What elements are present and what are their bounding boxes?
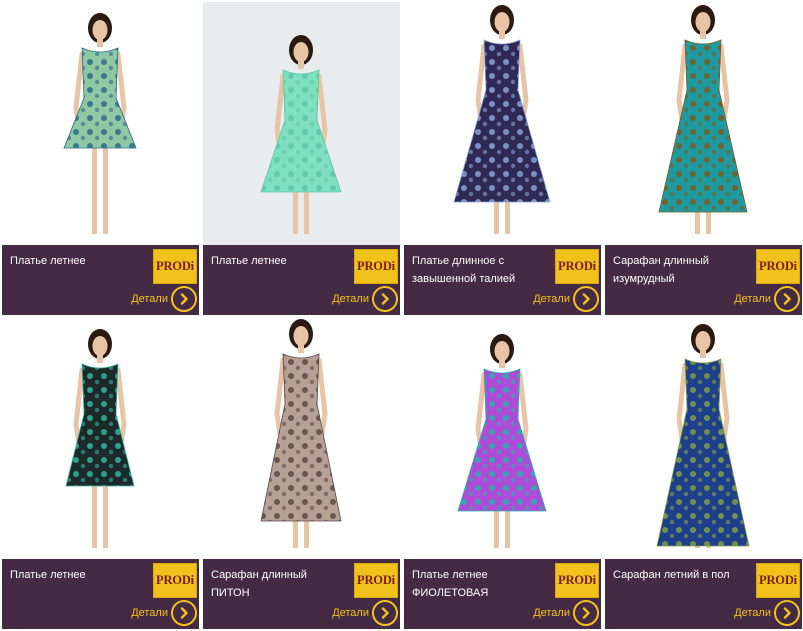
product-info-panel: Платье летнее ФИОЛЕТОВАЯ PRODi Детали xyxy=(404,559,601,629)
details-label[interactable]: Детали xyxy=(332,607,369,619)
brand-logo: PRODi xyxy=(555,563,599,598)
product-name[interactable]: Платье летнее xyxy=(10,252,146,270)
brand-logo-text: PRODi xyxy=(156,259,194,273)
details-link[interactable]: Детали xyxy=(332,285,398,313)
product-card[interactable]: Платье длинное с завышенной талией PRODi… xyxy=(404,2,601,315)
details-label[interactable]: Детали xyxy=(734,607,771,619)
product-card[interactable]: Сарафан летний в пол PRODi Детали xyxy=(605,316,802,629)
brand-logo: PRODi xyxy=(555,249,599,284)
details-link[interactable]: Детали xyxy=(533,285,599,313)
product-info-panel: Платье летнее PRODi Детали xyxy=(2,559,199,629)
brand-logo-text: PRODi xyxy=(156,573,194,587)
brand-logo-text: PRODi xyxy=(357,259,395,273)
details-link[interactable]: Детали xyxy=(332,599,398,627)
product-photo[interactable] xyxy=(605,316,802,559)
product-info-panel: Сарафан длинный изумрудный PRODi Детали xyxy=(605,245,802,315)
details-label[interactable]: Детали xyxy=(131,607,168,619)
chevron-right-icon[interactable] xyxy=(171,600,197,626)
details-label[interactable]: Детали xyxy=(131,293,168,305)
brand-logo: PRODi xyxy=(756,249,800,284)
product-photo[interactable] xyxy=(203,2,400,245)
chevron-right-icon[interactable] xyxy=(774,600,800,626)
brand-logo-text: PRODi xyxy=(759,259,797,273)
product-card[interactable]: Платье летнее PRODi Детали xyxy=(2,316,199,629)
chevron-right-icon[interactable] xyxy=(774,286,800,312)
product-info-panel: Сарафан летний в пол PRODi Детали xyxy=(605,559,802,629)
product-info-panel: Сарафан длинный ПИТОН PRODi Детали xyxy=(203,559,400,629)
brand-logo-text: PRODi xyxy=(759,573,797,587)
product-info-panel: Платье летнее PRODi Детали xyxy=(203,245,400,315)
details-label[interactable]: Детали xyxy=(533,607,570,619)
details-link[interactable]: Детали xyxy=(734,599,800,627)
product-photo[interactable] xyxy=(2,2,199,245)
product-grid: Платье летнее PRODi Детали Платье летнее… xyxy=(0,0,803,631)
product-photo[interactable] xyxy=(605,2,802,245)
product-name[interactable]: Платье летнее ФИОЛЕТОВАЯ xyxy=(412,566,548,602)
details-label[interactable]: Детали xyxy=(332,293,369,305)
brand-logo: PRODi xyxy=(153,249,197,284)
details-link[interactable]: Детали xyxy=(734,285,800,313)
product-photo[interactable] xyxy=(2,316,199,559)
product-card[interactable]: Сарафан длинный изумрудный PRODi Детали xyxy=(605,2,802,315)
product-photo[interactable] xyxy=(203,316,400,559)
product-name[interactable]: Сарафан летний в пол xyxy=(613,566,749,584)
brand-logo: PRODi xyxy=(354,249,398,284)
brand-logo-text: PRODi xyxy=(558,259,596,273)
product-card[interactable]: Платье летнее PRODi Детали xyxy=(203,2,400,315)
product-name[interactable]: Платье летнее xyxy=(211,252,347,270)
chevron-right-icon[interactable] xyxy=(372,600,398,626)
brand-logo: PRODi xyxy=(756,563,800,598)
brand-logo: PRODi xyxy=(354,563,398,598)
product-name[interactable]: Платье длинное с завышенной талией xyxy=(412,252,548,288)
details-link[interactable]: Детали xyxy=(533,599,599,627)
brand-logo-text: PRODi xyxy=(357,573,395,587)
product-photo[interactable] xyxy=(404,316,601,559)
brand-logo: PRODi xyxy=(153,563,197,598)
product-name[interactable]: Платье летнее xyxy=(10,566,146,584)
details-label[interactable]: Детали xyxy=(734,293,771,305)
chevron-right-icon[interactable] xyxy=(573,600,599,626)
details-link[interactable]: Детали xyxy=(131,285,197,313)
product-card[interactable]: Платье летнее PRODi Детали xyxy=(2,2,199,315)
product-card[interactable]: Платье летнее ФИОЛЕТОВАЯ PRODi Детали xyxy=(404,316,601,629)
product-name[interactable]: Сарафан длинный ПИТОН xyxy=(211,566,347,602)
chevron-right-icon[interactable] xyxy=(573,286,599,312)
brand-logo-text: PRODi xyxy=(558,573,596,587)
product-card[interactable]: Сарафан длинный ПИТОН PRODi Детали xyxy=(203,316,400,629)
product-name[interactable]: Сарафан длинный изумрудный xyxy=(613,252,749,288)
chevron-right-icon[interactable] xyxy=(171,286,197,312)
product-info-panel: Платье длинное с завышенной талией PRODi… xyxy=(404,245,601,315)
details-link[interactable]: Детали xyxy=(131,599,197,627)
details-label[interactable]: Детали xyxy=(533,293,570,305)
product-info-panel: Платье летнее PRODi Детали xyxy=(2,245,199,315)
chevron-right-icon[interactable] xyxy=(372,286,398,312)
product-photo[interactable] xyxy=(404,2,601,245)
